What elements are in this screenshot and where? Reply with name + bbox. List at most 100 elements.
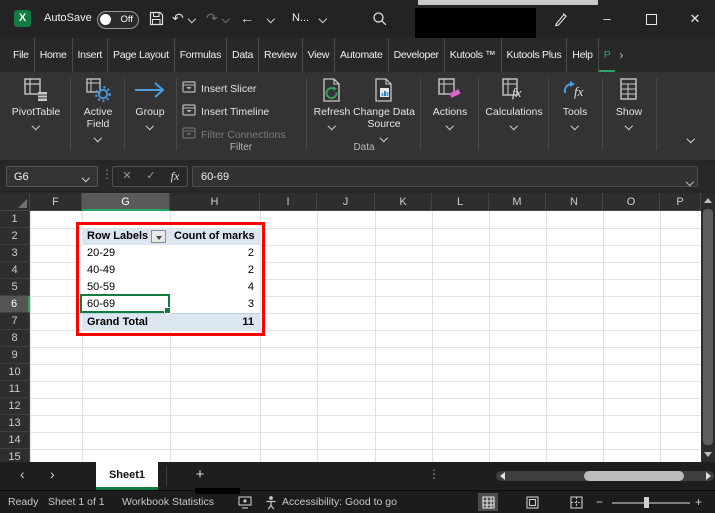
ribbon-tab-home[interactable]: Home — [35, 38, 73, 72]
group-button[interactable]: Group — [128, 76, 172, 130]
enter-icon[interactable]: ✓ — [139, 167, 163, 186]
scroll-left-icon[interactable] — [500, 472, 505, 480]
zoom-slider-thumb[interactable] — [644, 497, 649, 508]
row-header-9[interactable]: 9 — [0, 347, 30, 364]
page-layout-view-button[interactable] — [522, 493, 542, 511]
row-header-2[interactable]: 2 — [0, 228, 30, 245]
formula-bar-expand-chevron-icon[interactable] — [685, 177, 694, 186]
row-header-14[interactable]: 14 — [0, 432, 30, 449]
accessibility-icon[interactable] — [264, 495, 278, 513]
row-header-7[interactable]: 7 — [0, 313, 30, 330]
vertical-scrollbar-thumb[interactable] — [703, 209, 713, 445]
ribbon-tab-kutools-plus[interactable]: Kutools Plus — [502, 38, 568, 72]
ribbon-tab-developer[interactable]: Developer — [389, 38, 445, 72]
column-header-m[interactable]: M — [489, 193, 546, 211]
sheet-nav-right-icon[interactable]: › — [50, 466, 55, 482]
insert-timeline-button[interactable]: Insert Timeline — [182, 103, 269, 121]
change-data-source-button[interactable]: Change Data Source — [352, 76, 416, 142]
ribbon-tab-formulas[interactable]: Formulas — [175, 38, 228, 72]
pen-ink-icon[interactable] — [553, 11, 569, 32]
scroll-up-icon[interactable] — [704, 198, 712, 203]
document-name[interactable]: N... — [292, 12, 309, 24]
macro-record-icon[interactable] — [238, 496, 252, 512]
ribbon-tab-file[interactable]: File — [8, 38, 35, 72]
row-header-3[interactable]: 3 — [0, 245, 30, 262]
minimize-button[interactable]: – — [596, 8, 618, 30]
name-box[interactable]: G6 — [6, 166, 98, 187]
zoom-slider-track[interactable] — [612, 502, 690, 504]
row-header-11[interactable]: 11 — [0, 381, 30, 398]
sheet-tab-sheet1[interactable]: Sheet1 — [96, 462, 158, 490]
insert-slicer-button[interactable]: Insert Slicer — [182, 80, 256, 98]
column-header-k[interactable]: K — [375, 193, 432, 211]
ribbon-tab-view[interactable]: View — [303, 38, 336, 72]
ribbon-tab-automate[interactable]: Automate — [335, 38, 389, 72]
row-header-10[interactable]: 10 — [0, 364, 30, 381]
ribbon-tab-insert[interactable]: Insert — [73, 38, 109, 72]
add-sheet-button[interactable]: + — [190, 465, 210, 485]
actions-button[interactable]: Actions — [424, 76, 476, 130]
zoom-out-button[interactable]: − — [596, 495, 603, 509]
vertical-scrollbar[interactable] — [701, 193, 715, 462]
column-header-p[interactable]: P — [660, 193, 701, 211]
worksheet-grid[interactable]: F G H I J K L M N O P 1 2 3 4 5 6 7 8 9 10 11 12 13 14 15 Row Labe… — [0, 193, 715, 462]
sheet-nav-left-icon[interactable]: ‹ — [20, 466, 25, 482]
ribbon-tab-data[interactable]: Data — [227, 38, 260, 72]
row-header-4[interactable]: 4 — [0, 262, 30, 279]
row-header-15[interactable]: 15 — [0, 449, 30, 462]
column-header-g[interactable]: G — [82, 193, 170, 211]
pivottable-button[interactable]: PivotTable — [6, 76, 66, 130]
tab-bar-resize-handle[interactable]: ⋮ — [428, 467, 440, 481]
column-header-o[interactable]: O — [603, 193, 660, 211]
formula-input[interactable]: 60-69 — [192, 166, 698, 187]
ribbon-tab-page-layout[interactable]: Page Layout — [108, 38, 175, 72]
column-header-l[interactable]: L — [432, 193, 489, 211]
ribbon-tab-p[interactable]: P — [599, 38, 616, 72]
workbook-statistics-button[interactable]: Workbook Statistics — [122, 496, 214, 508]
show-button[interactable]: Show — [606, 76, 652, 130]
horizontal-scrollbar-thumb[interactable] — [584, 471, 684, 481]
active-field-button[interactable]: Active Field — [76, 76, 120, 142]
horizontal-scrollbar[interactable] — [496, 471, 714, 481]
refresh-button[interactable]: Refresh — [312, 76, 352, 130]
collapse-ribbon-chevron-icon[interactable] — [686, 134, 695, 143]
save-icon[interactable] — [149, 11, 164, 31]
back-icon[interactable]: ← — [240, 9, 254, 27]
autosave-toggle[interactable]: Off — [97, 11, 139, 29]
zoom-in-button[interactable]: + — [695, 495, 702, 509]
row-header-1[interactable]: 1 — [0, 211, 30, 228]
scroll-right-icon[interactable] — [706, 472, 711, 480]
row-header-6[interactable]: 6 — [0, 296, 30, 313]
calculations-button[interactable]: fx Calculations — [482, 76, 546, 130]
qat-overflow-chevron-icon[interactable] — [266, 14, 275, 23]
column-header-i[interactable]: I — [260, 193, 317, 211]
ribbon-tab-review[interactable]: Review — [259, 38, 303, 72]
row-header-8[interactable]: 8 — [0, 330, 30, 347]
scroll-down-icon[interactable] — [704, 452, 712, 457]
column-header-h[interactable]: H — [170, 193, 260, 211]
tab-scroll-chevron-icon[interactable]: › — [615, 38, 627, 72]
undo-icon[interactable]: ↶ — [172, 9, 184, 27]
maximize-button[interactable] — [646, 14, 657, 25]
document-name-chevron-icon[interactable] — [318, 14, 327, 23]
insert-function-icon[interactable]: fx — [163, 167, 187, 186]
select-all-button[interactable] — [0, 193, 30, 211]
normal-view-button[interactable] — [478, 493, 498, 511]
undo-chevron-icon[interactable] — [187, 14, 196, 23]
row-header-13[interactable]: 13 — [0, 415, 30, 432]
column-header-n[interactable]: N — [546, 193, 603, 211]
page-break-preview-button[interactable] — [566, 493, 586, 511]
close-button[interactable]: ✕ — [684, 8, 706, 30]
cancel-icon[interactable]: ✕ — [115, 167, 139, 186]
excel-logo-icon[interactable]: X — [14, 10, 31, 27]
row-header-5[interactable]: 5 — [0, 279, 30, 296]
row-header-12[interactable]: 12 — [0, 398, 30, 415]
search-icon[interactable] — [372, 11, 387, 31]
ribbon-tab-kutools[interactable]: Kutools ™ — [445, 38, 502, 72]
status-accessibility[interactable]: Accessibility: Good to go — [282, 496, 397, 508]
column-header-j[interactable]: J — [317, 193, 375, 211]
name-box-chevron-icon[interactable] — [81, 173, 90, 182]
column-header-f[interactable]: F — [30, 193, 82, 211]
tools-button[interactable]: fx Tools — [552, 76, 598, 130]
ribbon-tab-help[interactable]: Help — [567, 38, 599, 72]
